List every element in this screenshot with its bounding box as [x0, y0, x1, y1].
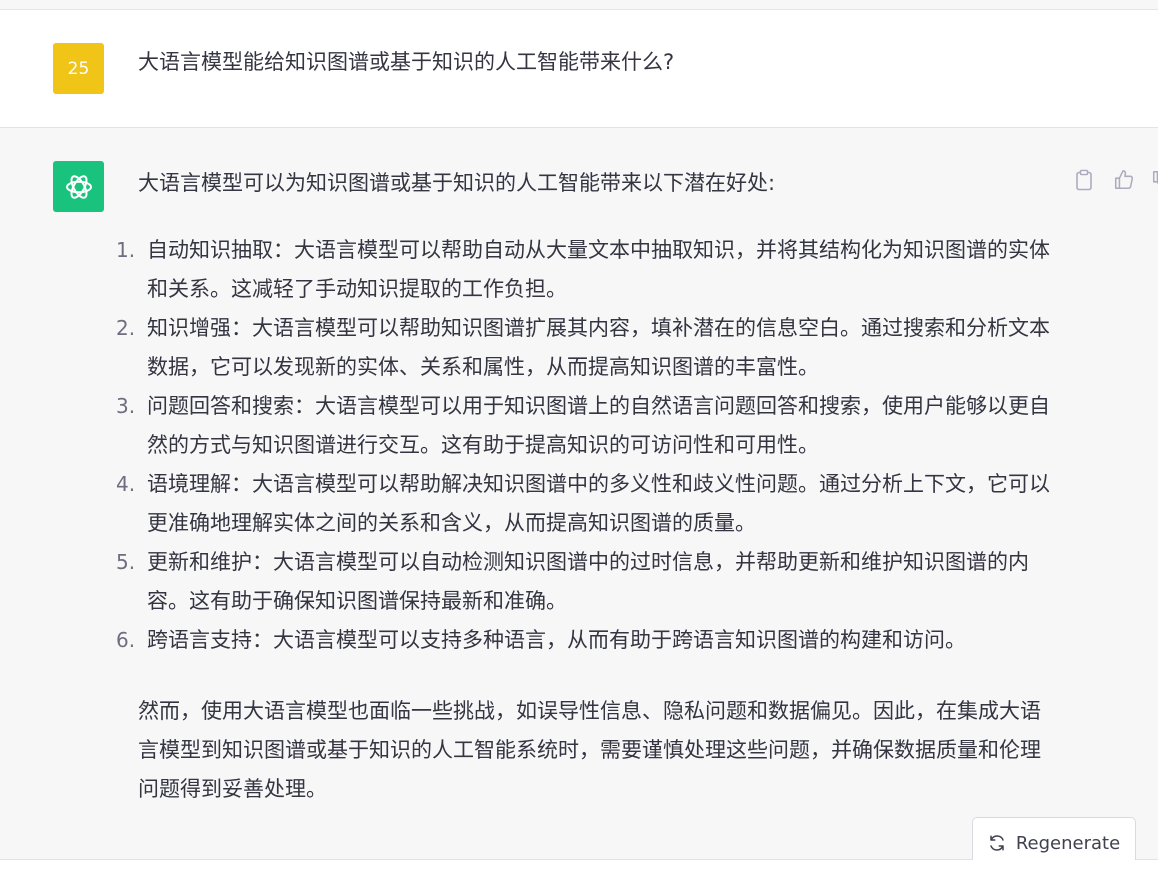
bottom-area — [0, 860, 1158, 879]
list-item-number: 1. — [116, 238, 136, 262]
thumbs-down-button[interactable] — [1148, 166, 1158, 194]
copy-button[interactable] — [1070, 166, 1098, 194]
assistant-avatar — [53, 161, 104, 212]
thumbs-up-button[interactable] — [1110, 166, 1138, 194]
list-item-text: 语境理解：大语言模型可以帮助解决知识图谱中的多义性和歧义性问题。通过分析上下文，… — [147, 472, 1050, 535]
user-avatar: 25 — [53, 43, 104, 94]
user-message-text: 大语言模型能给知识图谱或基于知识的人工智能带来什么? — [138, 50, 675, 74]
list-item: 6. 跨语言支持：大语言模型可以支持多种语言，从而有助于跨语言知识图谱的构建和访… — [112, 621, 1052, 660]
list-item-text: 知识增强：大语言模型可以帮助知识图谱扩展其内容，填补潜在的信息空白。通过搜索和分… — [147, 316, 1050, 379]
list-item: 4. 语境理解：大语言模型可以帮助解决知识图谱中的多义性和歧义性问题。通过分析上… — [112, 465, 1052, 543]
top-divider — [0, 0, 1158, 10]
thumbs-down-icon — [1152, 170, 1158, 185]
refresh-icon — [990, 835, 1004, 851]
list-item-text: 更新和维护：大语言模型可以自动检测知识图谱中的过时信息，并帮助更新和维护知识图谱… — [147, 550, 1029, 613]
list-item-number: 5. — [116, 550, 136, 574]
assistant-message-row: 大语言模型可以为知识图谱或基于知识的人工智能带来以下潜在好处: 1. 自动知识抽… — [0, 128, 1158, 869]
clipboard-icon — [1076, 169, 1092, 191]
list-item: 3. 问题回答和搜索：大语言模型可以用于知识图谱上的自然语言问题回答和搜索，使用… — [112, 387, 1052, 465]
assistant-intro-text: 大语言模型可以为知识图谱或基于知识的人工智能带来以下潜在好处: — [138, 171, 776, 195]
assistant-conclusion-text: 然而，使用大语言模型也面临一些挑战，如误导性信息、隐私问题和数据偏见。因此，在集… — [138, 699, 1041, 801]
user-message-row: 25 大语言模型能给知识图谱或基于知识的人工智能带来什么? — [0, 10, 1158, 128]
list-item: 1. 自动知识抽取：大语言模型可以帮助自动从大量文本中抽取知识，并将其结构化为知… — [112, 231, 1052, 309]
user-avatar-label: 25 — [67, 58, 90, 79]
openai-logo-icon — [65, 174, 92, 199]
list-item-number: 3. — [116, 394, 136, 418]
list-item-text: 跨语言支持：大语言模型可以支持多种语言，从而有助于跨语言知识图谱的构建和访问。 — [147, 628, 966, 652]
list-item-number: 2. — [116, 316, 136, 340]
list-item-text: 自动知识抽取：大语言模型可以帮助自动从大量文本中抽取知识，并将其结构化为知识图谱… — [147, 238, 1050, 301]
list-item: 5. 更新和维护：大语言模型可以自动检测知识图谱中的过时信息，并帮助更新和维护知… — [112, 543, 1052, 621]
thumbs-up-icon — [1114, 170, 1134, 190]
regenerate-label: Regenerate — [1015, 832, 1121, 854]
list-item: 2. 知识增强：大语言模型可以帮助知识图谱扩展其内容，填补潜在的信息空白。通过搜… — [112, 309, 1052, 387]
list-item-number: 6. — [116, 628, 136, 652]
benefit-list: 1. 自动知识抽取：大语言模型可以帮助自动从大量文本中抽取知识，并将其结构化为知… — [112, 231, 1052, 660]
list-item-text: 问题回答和搜索：大语言模型可以用于知识图谱上的自然语言问题回答和搜索，使用户能够… — [147, 394, 1050, 457]
list-item-number: 4. — [116, 472, 136, 496]
